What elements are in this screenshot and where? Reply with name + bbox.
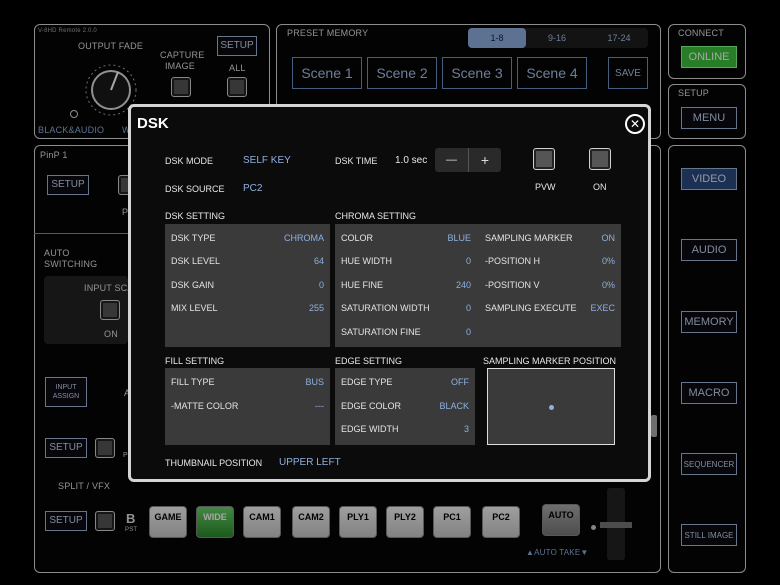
dsk-type-row[interactable]: DSK TYPE CHROMA [171,233,324,247]
edge-setting-title: EDGE SETTING [335,356,403,366]
position-v-row[interactable]: -POSITION V 0% [485,280,615,294]
dsk-mode-value[interactable]: SELF KEY [243,155,291,166]
dsk-time-value: 1.0 sec [395,155,428,166]
chroma-setting-box: COLOR BLUE HUE WIDTH 0 HUE FINE 240 SATURAT… [335,224,621,347]
hue-width-value: 0 [465,256,471,266]
fill-type-label: FILL TYPE [171,377,215,387]
thumbnail-position-value[interactable]: UPPER LEFT [279,457,341,468]
dsk-type-value: CHROMA [284,233,324,243]
hue-width-row[interactable]: HUE WIDTH 0 [341,256,471,270]
dsk-dialog: DSK ✕ DSK MODE SELF KEY DSK SOURCE PC2 D… [128,104,651,482]
position-v-label: -POSITION V [485,280,540,290]
marker-position-title: SAMPLING MARKER POSITION [483,356,617,366]
dsk-type-label: DSK TYPE [171,233,216,243]
matte-color-value: --- [315,401,324,411]
sampling-execute-row[interactable]: SAMPLING EXECUTE EXEC [485,303,615,317]
dsk-pvw-button[interactable] [533,148,555,170]
sampling-marker-row[interactable]: SAMPLING MARKER ON [485,233,615,247]
fill-type-row[interactable]: FILL TYPE BUS [171,377,324,391]
saturation-fine-label: SATURATION FINE [341,327,421,337]
dsk-time-increment-button[interactable]: + [468,148,501,172]
edge-width-label: EDGE WIDTH [341,424,399,434]
hue-fine-value: 240 [455,280,471,290]
dsk-gain-label: DSK GAIN [171,280,215,290]
dsk-on-button[interactable] [589,148,611,170]
saturation-width-label: SATURATION WIDTH [341,303,430,313]
thumbnail-position-label: THUMBNAIL POSITION [165,458,263,468]
saturation-width-value: 0 [465,303,471,313]
chroma-color-value: BLUE [447,233,471,243]
hue-width-label: HUE WIDTH [341,256,392,266]
matte-color-row[interactable]: -MATTE COLOR --- [171,401,324,415]
dsk-level-value: 64 [313,256,324,266]
dsk-pvw-label: PVW [535,182,556,192]
saturation-fine-row[interactable]: SATURATION FINE 0 [341,327,471,341]
edge-color-row[interactable]: EDGE COLOR BLACK [341,401,469,415]
matte-color-label: -MATTE COLOR [171,401,239,411]
close-icon[interactable]: ✕ [625,114,645,134]
position-v-value: 0% [601,280,615,290]
hue-fine-label: HUE FINE [341,280,384,290]
dsk-time-label: DSK TIME [335,156,378,166]
saturation-fine-value: 0 [465,327,471,337]
chroma-setting-title: CHROMA SETTING [335,211,417,221]
mix-level-row[interactable]: MIX LEVEL 255 [171,303,324,317]
sampling-marker-value: ON [601,233,616,243]
dsk-on-label: ON [593,182,607,192]
edge-type-label: EDGE TYPE [341,377,393,387]
mix-level-label: MIX LEVEL [171,303,218,313]
edge-width-row[interactable]: EDGE WIDTH 3 [341,424,469,438]
dsk-level-label: DSK LEVEL [171,256,221,266]
saturation-width-row[interactable]: SATURATION WIDTH 0 [341,303,471,317]
chroma-color-label: COLOR [341,233,374,243]
edge-type-value: OFF [451,377,469,387]
dsk-source-label: DSK SOURCE [165,184,225,194]
dsk-setting-title: DSK SETTING [165,211,226,221]
dsk-gain-row[interactable]: DSK GAIN 0 [171,280,324,294]
dsk-level-row[interactable]: DSK LEVEL 64 [171,256,324,270]
position-h-label: -POSITION H [485,256,541,266]
sampling-marker-label: SAMPLING MARKER [485,233,573,243]
sampling-execute-value: EXEC [590,303,615,313]
edge-color-value: BLACK [439,401,469,411]
position-h-value: 0% [601,256,615,266]
edge-width-value: 3 [463,424,469,434]
chroma-color-row[interactable]: COLOR BLUE [341,233,471,247]
sampling-execute-label: SAMPLING EXECUTE [485,303,577,313]
dsk-gain-value: 0 [318,280,324,290]
fill-setting-title: FILL SETTING [165,356,225,366]
dsk-time-decrement-button[interactable]: — [435,148,468,172]
fill-type-value: BUS [305,377,324,387]
hue-fine-row[interactable]: HUE FINE 240 [341,280,471,294]
marker-dot[interactable] [549,405,554,410]
dsk-source-value[interactable]: PC2 [243,183,262,194]
edge-type-row[interactable]: EDGE TYPE OFF [341,377,469,391]
edge-color-label: EDGE COLOR [341,401,402,411]
edge-setting-box: EDGE TYPE OFF EDGE COLOR BLACK EDGE WIDTH 3 [335,368,475,445]
dsk-setting-box: DSK TYPE CHROMA DSK LEVEL 64 DSK GAIN 0 MIX… [165,224,330,347]
dsk-title: DSK [137,115,169,132]
position-h-row[interactable]: -POSITION H 0% [485,256,615,270]
dsk-mode-label: DSK MODE [165,156,214,166]
mix-level-value: 255 [308,303,324,313]
marker-position-pad[interactable] [487,368,615,445]
fill-setting-box: FILL TYPE BUS -MATTE COLOR --- [165,368,330,445]
